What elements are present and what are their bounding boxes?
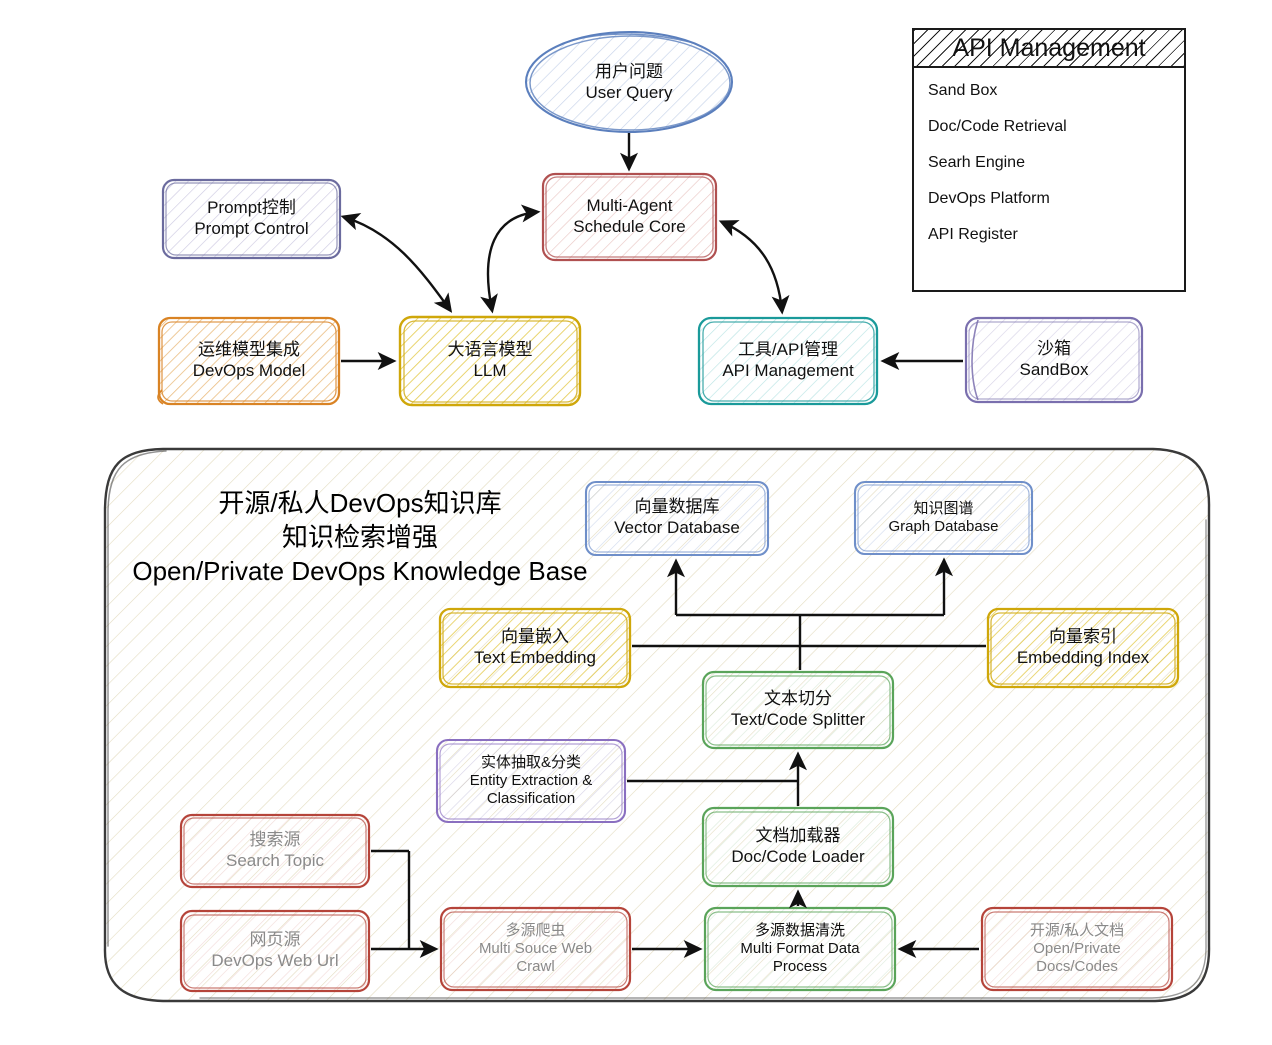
label-sandbox[interactable]: 沙箱 SandBox bbox=[966, 333, 1142, 387]
api-panel-item[interactable]: Doc/Code Retrieval bbox=[928, 118, 1184, 136]
api-management-panel: API Management Sand Box Doc/Code Retriev… bbox=[912, 28, 1186, 292]
api-panel-item[interactable]: DevOps Platform bbox=[928, 190, 1184, 208]
label-graph-database[interactable]: 知识图谱 Graph Database bbox=[855, 491, 1032, 545]
label-doc-loader[interactable]: 文档加载器 Doc/Code Loader bbox=[703, 820, 893, 874]
label-vector-database[interactable]: 向量数据库 Vector Database bbox=[586, 491, 768, 545]
label-search-topic[interactable]: 搜索源 Search Topic bbox=[181, 824, 369, 878]
label-entity-extraction[interactable]: 实体抽取&分类 Entity Extraction & Classificati… bbox=[437, 746, 625, 816]
container-title-line3: Open/Private DevOps Knowledge Base bbox=[132, 555, 588, 586]
container-title-line2: 知识检索增强 bbox=[281, 521, 438, 552]
api-panel-body: Sand Box Doc/Code Retrieval Searh Engine… bbox=[912, 68, 1186, 292]
label-prompt-control[interactable]: Prompt控制 Prompt Control bbox=[163, 192, 340, 246]
api-panel-item[interactable]: Searh Engine bbox=[928, 154, 1184, 172]
label-docs-codes[interactable]: 开源/私人文档 Open/Private Docs/Codes bbox=[982, 912, 1172, 986]
container-title: 开源/私人DevOps知识库 知识检索增强 Open/Private DevOp… bbox=[100, 487, 620, 588]
diagram-canvas: 开源/私人DevOps知识库 知识检索增强 Open/Private DevOp… bbox=[0, 0, 1272, 1045]
api-panel-item[interactable]: API Register bbox=[928, 226, 1184, 244]
label-data-process[interactable]: 多源数据清洗 Multi Format Data Process bbox=[705, 912, 895, 986]
container-title-line1: 开源/私人DevOps知识库 bbox=[218, 488, 502, 518]
label-text-splitter[interactable]: 文本切分 Text/Code Splitter bbox=[703, 683, 893, 737]
api-panel-item[interactable]: Sand Box bbox=[928, 82, 1184, 100]
api-panel-title: API Management bbox=[952, 33, 1146, 62]
api-panel-header: API Management bbox=[912, 28, 1186, 68]
label-embedding-index[interactable]: 向量索引 Embedding Index bbox=[988, 621, 1178, 675]
label-web-crawl[interactable]: 多源爬虫 Multi Souce Web Crawl bbox=[441, 912, 630, 986]
label-schedule-core[interactable]: Multi-Agent Schedule Core bbox=[543, 190, 716, 244]
label-user-query[interactable]: 用户问题 User Query bbox=[526, 56, 732, 110]
label-devops-model[interactable]: 运维模型集成 DevOps Model bbox=[159, 334, 339, 388]
label-api-management[interactable]: 工具/API管理 API Management bbox=[699, 334, 877, 388]
label-text-embedding[interactable]: 向量嵌入 Text Embedding bbox=[440, 621, 630, 675]
label-llm[interactable]: 大语言模型 LLM bbox=[400, 334, 580, 388]
label-web-url[interactable]: 网页源 DevOps Web Url bbox=[181, 924, 369, 978]
